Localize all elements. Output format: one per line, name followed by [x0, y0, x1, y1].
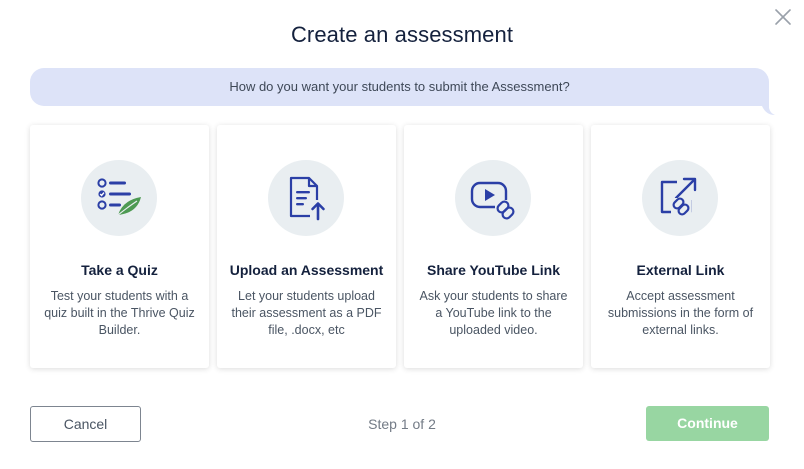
- option-card-upload-assessment[interactable]: Upload an Assessment Let your students u…: [217, 125, 396, 368]
- question-bubble: How do you want your students to submit …: [30, 68, 769, 106]
- card-title: Upload an Assessment: [229, 262, 384, 278]
- icon-circle: [455, 160, 531, 236]
- card-title: Share YouTube Link: [426, 262, 561, 278]
- bubble-tail: [762, 96, 775, 115]
- continue-button[interactable]: Continue: [646, 406, 769, 441]
- youtube-link-icon: [470, 181, 515, 220]
- option-card-take-quiz[interactable]: Take a Quiz Test your students with a qu…: [30, 125, 209, 368]
- external-link-icon: [660, 177, 697, 220]
- card-description: Let your students upload their assessmen…: [231, 289, 382, 337]
- option-cards: Take a Quiz Test your students with a qu…: [30, 125, 770, 368]
- card-title: External Link: [636, 262, 725, 278]
- option-card-youtube-link[interactable]: Share YouTube Link Ask your students to …: [404, 125, 583, 368]
- card-description: Accept assessment submissions in the for…: [607, 289, 754, 337]
- card-description: Ask your students to share a YouTube lin…: [419, 289, 568, 337]
- icon-circle: [642, 160, 718, 236]
- option-card-external-link[interactable]: External Link Accept assessment submissi…: [591, 125, 770, 368]
- quiz-checklist-icon: [97, 178, 141, 216]
- card-description: Test your students with a quiz built in …: [44, 289, 195, 337]
- modal-title: Create an assessment: [290, 22, 514, 47]
- create-assessment-modal: Create an assessment How do you want you…: [0, 0, 804, 469]
- card-title: Take a Quiz: [81, 262, 158, 278]
- icon-circle: [268, 160, 344, 236]
- question-text: How do you want your students to submit …: [229, 79, 570, 94]
- icon-circle: [81, 160, 157, 236]
- modal-footer: Cancel Step 1 of 2 Continue: [0, 406, 804, 442]
- upload-file-icon: [289, 176, 326, 221]
